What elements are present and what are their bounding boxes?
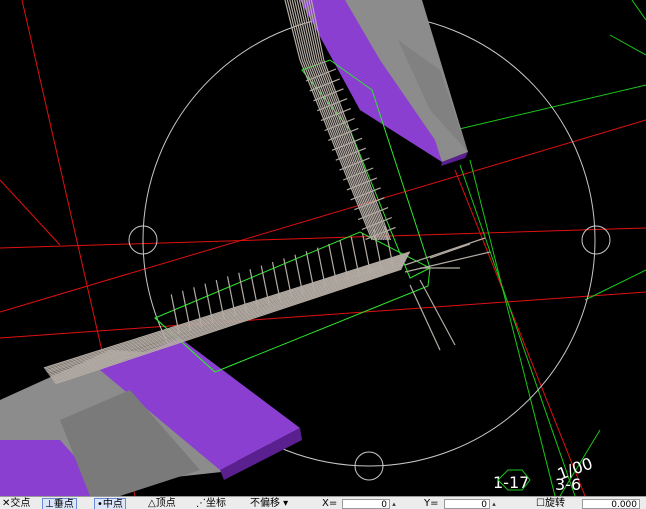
coordinate-snap[interactable]: ⋰坐标 [196, 498, 226, 509]
3d-viewport[interactable]: 1-17 3-6 1/00 [0, 0, 646, 496]
rotate-checkbox[interactable]: ☐旋转 [536, 498, 565, 509]
perpendicular-snap-button[interactable]: ⊥垂点 [42, 498, 77, 509]
checkbox-icon: ☐ [536, 498, 545, 509]
y-label: Y= [424, 498, 439, 509]
midpoint-snap-button[interactable]: •中点 [94, 498, 126, 509]
chevron-down-icon: ▾ [280, 498, 289, 509]
snap-toolbar: ✕交点 ⊥垂点 •中点 △顶点 ⋰坐标 不偏移 ▾ X= 0 ▴ Y= 0 ▴ … [0, 496, 646, 509]
offset-select[interactable]: 不偏移 ▾ [250, 498, 288, 509]
vertex-icon: △ [148, 498, 156, 509]
coordinate-icon: ⋰ [196, 498, 206, 509]
vertex-snap[interactable]: △顶点 [148, 498, 176, 509]
x-label: X= [322, 498, 338, 509]
grid-label-1-17: 1-17 [493, 473, 529, 492]
intersection-snap[interactable]: ✕交点 [2, 498, 30, 509]
